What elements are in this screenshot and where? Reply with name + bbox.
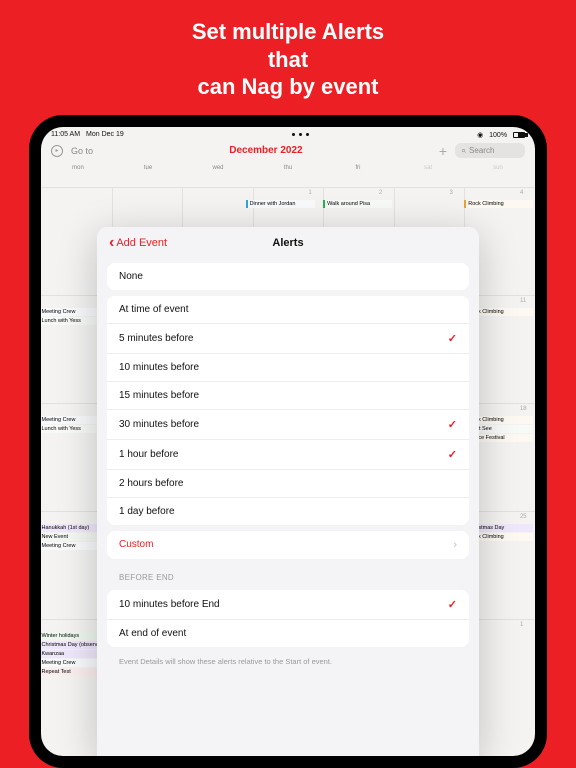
chevron-right-icon: ›	[453, 539, 457, 551]
battery-icon	[513, 132, 525, 138]
alert-custom[interactable]: Custom›	[107, 531, 469, 559]
weekday-header: montuewed thufri satsun	[41, 165, 535, 171]
group-relative: At time of event5 minutes before10 minut…	[107, 296, 469, 525]
wifi-icon: ◉	[477, 132, 483, 139]
back-button[interactable]: Add Event	[109, 237, 167, 249]
alert-option-0[interactable]: At time of event	[107, 296, 469, 323]
search-input[interactable]: Search	[455, 143, 525, 158]
status-bar: 11:05 AM Mon Dec 19 ◉ 100%	[41, 127, 535, 141]
alert-option-1[interactable]: 5 minutes before	[107, 323, 469, 353]
calendar-event[interactable]: Walk around Pisa	[323, 200, 392, 208]
alert-option-5[interactable]: 1 hour before	[107, 439, 469, 469]
promo-frame: Set multiple Alerts that can Nag by even…	[0, 0, 576, 768]
alert-option-7[interactable]: 1 day before	[107, 497, 469, 525]
nav-forward-icon[interactable]	[51, 145, 63, 157]
group-before-end: 10 minutes before EndAt end of event	[107, 590, 469, 647]
app-toolbar: Go to December 2022 + Search	[41, 141, 535, 165]
add-event-button[interactable]: +	[439, 143, 447, 159]
alert-option-none[interactable]: None	[107, 263, 469, 290]
device-bezel: 11:05 AM Mon Dec 19 ◉ 100% Go to Decembe…	[29, 115, 547, 768]
alert-end-option-0[interactable]: 10 minutes before End	[107, 590, 469, 619]
alert-option-3[interactable]: 15 minutes before	[107, 381, 469, 409]
alerts-popover: Add Event Alerts None At time of event5 …	[97, 227, 479, 757]
popover-nav: Add Event Alerts	[97, 227, 479, 257]
status-time: 11:05 AM	[51, 131, 80, 138]
status-date: Mon Dec 19	[86, 131, 124, 138]
alert-option-6[interactable]: 2 hours before	[107, 469, 469, 497]
calendar-event[interactable]: Rock Climbing	[464, 200, 533, 208]
group-custom: Custom›	[107, 531, 469, 559]
footnote: Event Details will show these alerts rel…	[107, 653, 469, 677]
calendar-event[interactable]: Dinner with Jordan	[246, 200, 315, 208]
goto-button[interactable]: Go to	[71, 146, 93, 156]
alert-option-2[interactable]: 10 minutes before	[107, 353, 469, 381]
alert-option-4[interactable]: 30 minutes before	[107, 409, 469, 439]
promo-headline: Set multiple Alerts that can Nag by even…	[192, 0, 384, 115]
screen: 11:05 AM Mon Dec 19 ◉ 100% Go to Decembe…	[41, 127, 535, 757]
page-title[interactable]: December 2022	[229, 145, 302, 156]
section-before-end: BEFORE END	[107, 565, 469, 584]
alert-end-option-1[interactable]: At end of event	[107, 619, 469, 647]
group-none: None	[107, 263, 469, 290]
battery-pct: 100%	[489, 132, 507, 139]
